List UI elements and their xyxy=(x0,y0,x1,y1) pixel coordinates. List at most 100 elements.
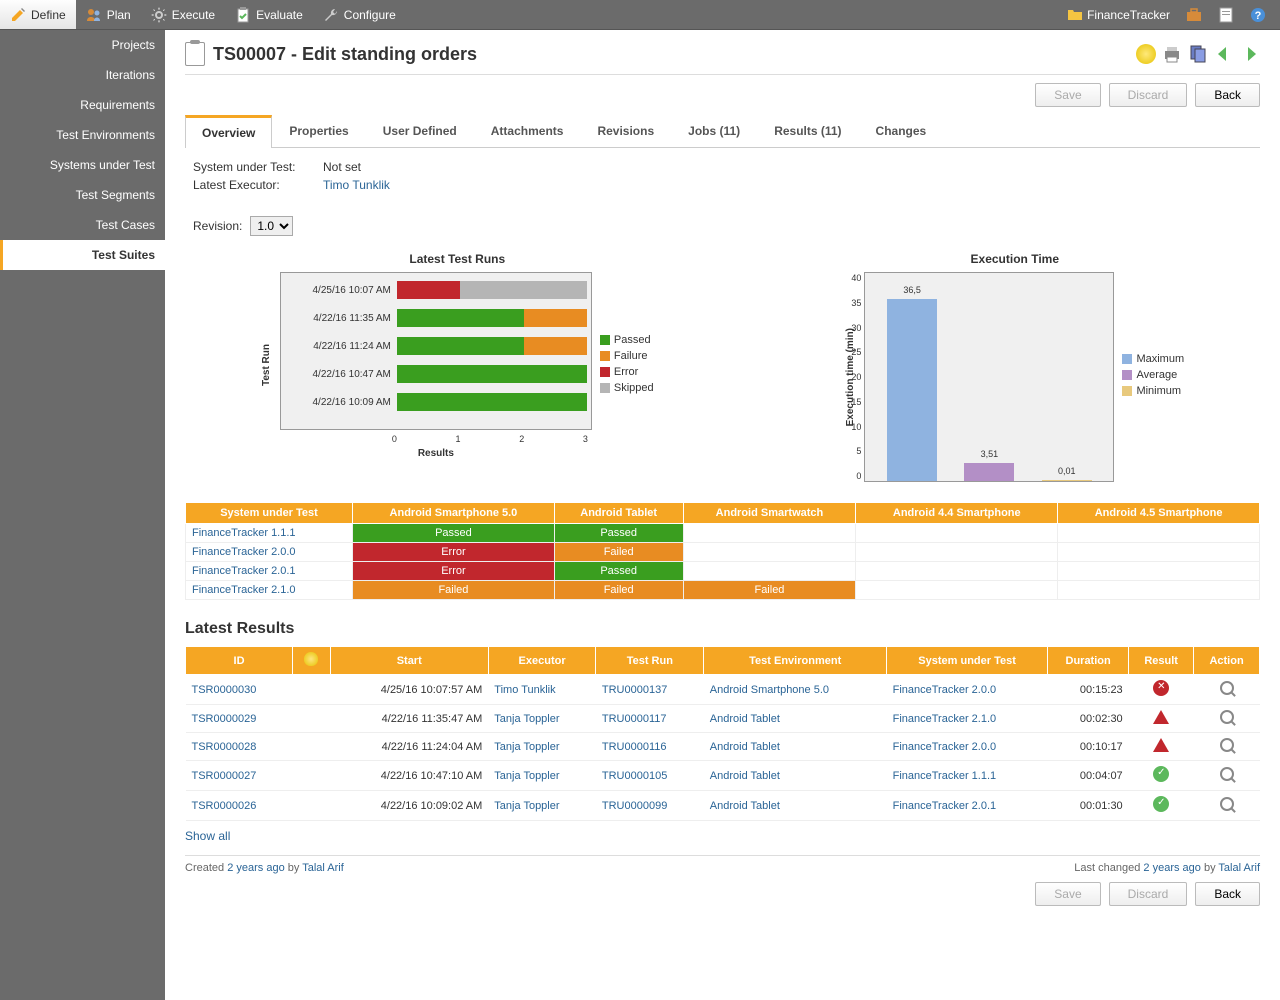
result-warn-icon xyxy=(1153,710,1169,724)
print-icon[interactable] xyxy=(1162,44,1182,64)
matrix-sut-link[interactable]: FinanceTracker 2.1.0 xyxy=(192,584,296,596)
revision-label: Revision: xyxy=(193,219,242,233)
pencil-icon xyxy=(10,7,26,23)
sut-link[interactable]: FinanceTracker 2.1.0 xyxy=(893,713,997,725)
sidebar-item-iterations[interactable]: Iterations xyxy=(0,60,165,90)
matrix-header: Android 4.5 Smartphone xyxy=(1058,503,1260,524)
env-link[interactable]: Android Smartphone 5.0 xyxy=(710,684,829,696)
status-icon[interactable] xyxy=(1136,44,1156,64)
chart-title-1: Latest Test Runs xyxy=(261,252,654,266)
executor-link[interactable]: Tanja Toppler xyxy=(494,770,559,782)
matrix-cell: Failed xyxy=(554,581,683,600)
next-arrow-icon[interactable] xyxy=(1240,44,1260,64)
legend-item: Skipped xyxy=(600,382,654,394)
sidebar-item-systems-under-test[interactable]: Systems under Test xyxy=(0,150,165,180)
matrix-cell: Passed xyxy=(353,524,555,543)
matrix-cell xyxy=(683,543,856,562)
vbar: 36,5 xyxy=(887,299,937,482)
discard-button-bottom[interactable]: Discard xyxy=(1109,882,1188,906)
result-id-link[interactable]: TSR0000030 xyxy=(192,684,257,696)
env-link[interactable]: Android Tablet xyxy=(710,800,780,812)
env-link[interactable]: Android Tablet xyxy=(710,713,780,725)
view-action-icon[interactable] xyxy=(1220,710,1234,724)
matrix-header: Android Smartphone 5.0 xyxy=(353,503,555,524)
executor-link[interactable]: Timo Tunklik xyxy=(494,684,555,696)
testrun-link[interactable]: TRU0000099 xyxy=(602,800,667,812)
matrix-cell xyxy=(683,524,856,543)
topbar-execute[interactable]: Execute xyxy=(141,0,225,29)
save-button[interactable]: Save xyxy=(1035,83,1100,107)
topbar-evaluate[interactable]: Evaluate xyxy=(225,0,313,29)
changed-time-link[interactable]: 2 years ago xyxy=(1143,862,1200,874)
hbar-segment xyxy=(460,281,587,299)
report-icon[interactable] xyxy=(1212,0,1240,29)
testrun-link[interactable]: TRU0000105 xyxy=(602,770,667,782)
show-all-link[interactable]: Show all xyxy=(185,829,230,843)
sut-link[interactable]: FinanceTracker 2.0.1 xyxy=(893,800,997,812)
env-link[interactable]: Android Tablet xyxy=(710,741,780,753)
tab-jobs-11-[interactable]: Jobs (11) xyxy=(671,115,757,147)
executor-link[interactable]: Timo Tunklik xyxy=(323,178,390,192)
changed-user-link[interactable]: Talal Arif xyxy=(1218,862,1260,874)
created-user-link[interactable]: Talal Arif xyxy=(302,862,344,874)
testrun-link[interactable]: TRU0000116 xyxy=(602,741,667,753)
tab-properties[interactable]: Properties xyxy=(272,115,365,147)
created-time-link[interactable]: 2 years ago xyxy=(227,862,284,874)
table-row: TSR00000304/25/16 10:07:57 AMTimo Tunkli… xyxy=(186,675,1260,705)
topbar-define[interactable]: Define xyxy=(0,0,76,29)
sidebar-item-requirements[interactable]: Requirements xyxy=(0,90,165,120)
topbar-plan[interactable]: Plan xyxy=(76,0,141,29)
sut-link[interactable]: FinanceTracker 1.1.1 xyxy=(893,770,997,782)
tab-overview[interactable]: Overview xyxy=(185,115,272,148)
result-id-link[interactable]: TSR0000026 xyxy=(192,800,257,812)
view-action-icon[interactable] xyxy=(1220,738,1234,752)
legend-item: Average xyxy=(1122,369,1184,381)
sidebar: ProjectsIterationsRequirementsTest Envir… xyxy=(0,30,165,1000)
discard-button[interactable]: Discard xyxy=(1109,83,1188,107)
save-button-bottom[interactable]: Save xyxy=(1035,882,1100,906)
executor-link[interactable]: Tanja Toppler xyxy=(494,800,559,812)
sidebar-item-projects[interactable]: Projects xyxy=(0,30,165,60)
sidebar-item-test-segments[interactable]: Test Segments xyxy=(0,180,165,210)
env-link[interactable]: Android Tablet xyxy=(710,770,780,782)
legend-item: Minimum xyxy=(1122,385,1184,397)
matrix-cell xyxy=(856,543,1058,562)
result-id-link[interactable]: TSR0000027 xyxy=(192,770,257,782)
tabs: OverviewPropertiesUser DefinedAttachment… xyxy=(185,115,1260,148)
matrix-sut-link[interactable]: FinanceTracker 2.0.0 xyxy=(192,546,296,558)
view-action-icon[interactable] xyxy=(1220,681,1234,695)
topbar-configure[interactable]: Configure xyxy=(313,0,406,29)
back-button-bottom[interactable]: Back xyxy=(1195,882,1260,906)
prev-arrow-icon[interactable] xyxy=(1214,44,1234,64)
results-header: Result xyxy=(1129,647,1194,675)
help-icon[interactable]: ? xyxy=(1244,0,1272,29)
sidebar-item-test-environments[interactable]: Test Environments xyxy=(0,120,165,150)
sidebar-item-test-cases[interactable]: Test Cases xyxy=(0,210,165,240)
tab-results-11-[interactable]: Results (11) xyxy=(757,115,858,147)
sut-link[interactable]: FinanceTracker 2.0.0 xyxy=(893,684,997,696)
tab-attachments[interactable]: Attachments xyxy=(474,115,581,147)
view-action-icon[interactable] xyxy=(1220,797,1234,811)
toolbox-icon[interactable] xyxy=(1180,0,1208,29)
matrix-sut-link[interactable]: FinanceTracker 1.1.1 xyxy=(192,527,296,539)
legend-swatch xyxy=(600,383,610,393)
testrun-link[interactable]: TRU0000117 xyxy=(602,713,667,725)
copy-icon[interactable] xyxy=(1188,44,1208,64)
matrix-sut-link[interactable]: FinanceTracker 2.0.1 xyxy=(192,565,296,577)
result-id-link[interactable]: TSR0000029 xyxy=(192,713,257,725)
executor-link[interactable]: Tanja Toppler xyxy=(494,713,559,725)
matrix-cell: Error xyxy=(353,543,555,562)
clipboard-check-icon xyxy=(235,7,251,23)
tab-revisions[interactable]: Revisions xyxy=(580,115,671,147)
tab-changes[interactable]: Changes xyxy=(859,115,944,147)
executor-link[interactable]: Tanja Toppler xyxy=(494,741,559,753)
result-id-link[interactable]: TSR0000028 xyxy=(192,741,257,753)
back-button[interactable]: Back xyxy=(1195,83,1260,107)
revision-select[interactable]: 1.0 xyxy=(250,216,293,236)
testrun-link[interactable]: TRU0000137 xyxy=(602,684,667,696)
sut-link[interactable]: FinanceTracker 2.0.0 xyxy=(893,741,997,753)
view-action-icon[interactable] xyxy=(1220,767,1234,781)
project-selector[interactable]: FinanceTracker xyxy=(1061,0,1176,29)
tab-user-defined[interactable]: User Defined xyxy=(366,115,474,147)
sidebar-item-test-suites[interactable]: Test Suites xyxy=(0,240,165,270)
